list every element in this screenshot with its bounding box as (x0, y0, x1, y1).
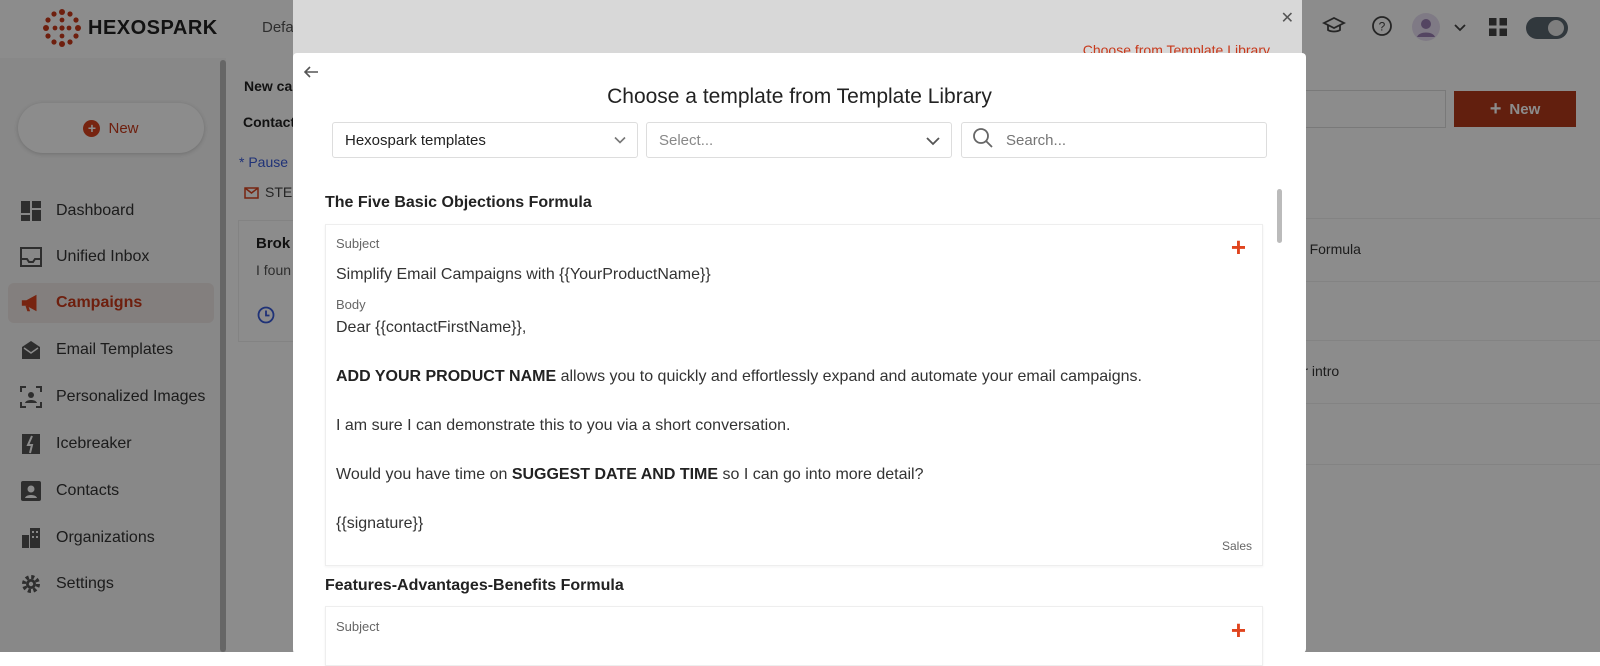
category-select-placeholder: Select... (659, 131, 714, 149)
search-icon (972, 127, 994, 153)
chevron-down-icon (613, 133, 627, 151)
chevron-down-icon (925, 133, 941, 153)
body-signature: {{signature}} (336, 515, 424, 532)
template-title: The Five Basic Objections Formula (325, 194, 592, 211)
product-name-placeholder: ADD YOUR PRODUCT NAME (336, 368, 557, 385)
body-line-2: I am sure I can demonstrate this to you … (336, 417, 791, 434)
template-subject: Simplify Email Campaigns with {{YourProd… (336, 266, 711, 283)
body-line-3-post: so I can go into more detail? (718, 466, 924, 483)
suggest-date-placeholder: SUGGEST DATE AND TIME (511, 466, 719, 483)
template-tag: Sales (1221, 539, 1252, 553)
body-greeting: Dear {{contactFirstName}}, (336, 319, 527, 336)
subject-label: Subject (336, 619, 380, 634)
source-select-value: Hexospark templates (345, 131, 486, 149)
source-select[interactable]: Hexospark templates (332, 122, 638, 158)
add-template-plus-icon[interactable]: + (1231, 234, 1246, 260)
back-arrow-icon[interactable] (302, 63, 320, 86)
subject-label: Subject (336, 236, 380, 251)
close-icon[interactable]: ✕ (1281, 8, 1294, 28)
body-line-3-pre: Would you have time on (336, 466, 512, 483)
search-field[interactable] (961, 122, 1267, 158)
modal-title: Choose a template from Template Library (607, 85, 992, 108)
body-line-1: ADD YOUR PRODUCT NAME allows you to quic… (336, 368, 1142, 386)
template-title: Features-Advantages-Benefits Formula (325, 577, 624, 594)
body-label: Body (336, 297, 366, 312)
add-template-plus-icon[interactable]: + (1231, 617, 1246, 643)
template-card[interactable]: Subject + (325, 606, 1263, 666)
template-card[interactable]: Subject + Simplify Email Campaigns with … (325, 224, 1263, 566)
search-input[interactable] (1004, 130, 1248, 150)
category-select[interactable]: Select... (646, 122, 952, 158)
modal-scrollbar[interactable] (1277, 189, 1282, 243)
body-line-3: Would you have time on SUGGEST DATE AND … (336, 466, 924, 484)
template-library-modal: Choose a template from Template Library … (293, 53, 1306, 666)
body-line-1-text: allows you to quickly and effortlessly e… (556, 368, 1142, 385)
